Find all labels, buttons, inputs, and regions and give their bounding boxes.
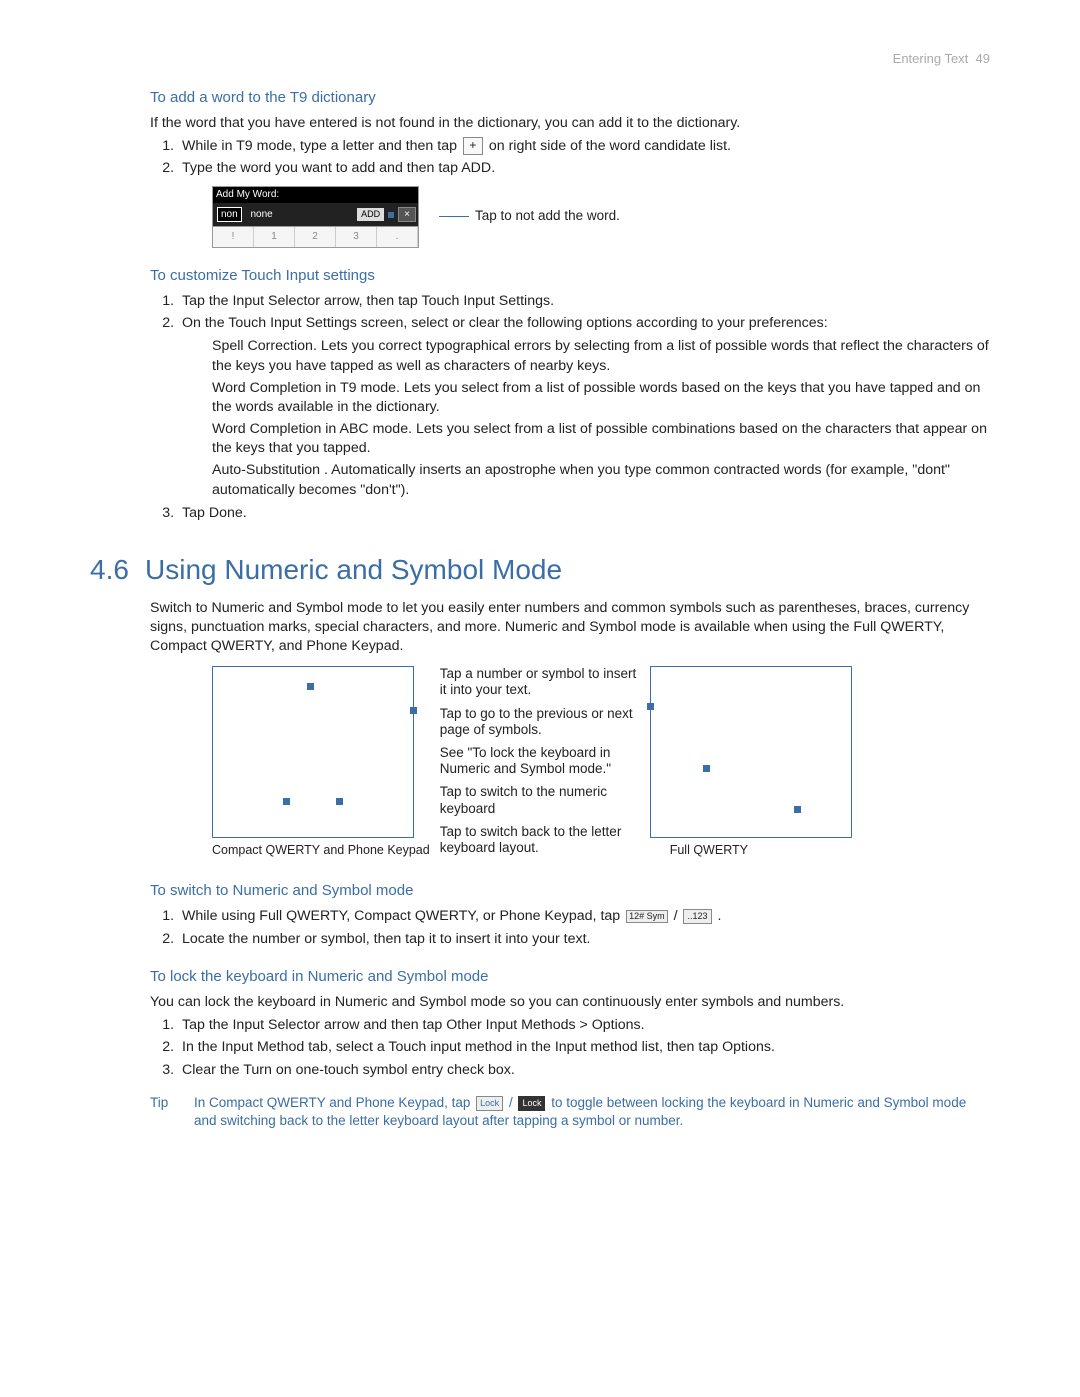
add-button: ADD <box>357 208 384 220</box>
box-label-left: Compact QWERTY and Phone Keypad <box>212 842 430 859</box>
figure-modes: Compact QWERTY and Phone Keypad Tap a nu… <box>212 666 990 863</box>
key: . <box>377 227 418 247</box>
full-qwerty-box <box>650 666 852 838</box>
key: ! <box>213 227 254 247</box>
marker <box>283 798 290 805</box>
heading-customize: To customize Touch Input settings <box>150 266 990 286</box>
steps-switch: While using Full QWERTY, Compact QWERTY,… <box>150 907 990 948</box>
marker <box>410 707 417 714</box>
heading-switch: To switch to Numeric and Symbol mode <box>150 881 990 901</box>
steps-add-word: While in T9 mode, type a letter and then… <box>150 137 990 178</box>
heading-lock: To lock the keyboard in Numeric and Symb… <box>150 967 990 987</box>
callout: Tap to switch to the numeric keyboard <box>440 784 640 816</box>
sym-key-icon: 12# Sym <box>626 910 668 923</box>
list-item: While in T9 mode, type a letter and then… <box>178 137 990 156</box>
option: Word Completion in ABC mode. Lets you se… <box>212 420 990 458</box>
candidate-row: non none ADD × <box>213 203 418 227</box>
list-item: Clear the Turn on one-touch symbol entry… <box>178 1061 990 1080</box>
list-item: While using Full QWERTY, Compact QWERTY,… <box>178 907 990 926</box>
lock-key-icon: Lock <box>476 1096 503 1111</box>
list-item: Tap the Input Selector arrow and then ta… <box>178 1016 990 1035</box>
option: Auto-Substitution . Automatically insert… <box>212 461 990 499</box>
close-icon: × <box>398 207 416 223</box>
steps-lock: Tap the Input Selector arrow and then ta… <box>150 1016 990 1080</box>
compact-qwerty-box <box>212 666 414 838</box>
marker <box>307 683 314 690</box>
tip: Tip In Compact QWERTY and Phone Keypad, … <box>150 1094 990 1130</box>
callout: Tap to go to the previous or next page o… <box>440 706 640 738</box>
right-panel: Full QWERTY <box>650 666 852 863</box>
marker <box>794 806 801 813</box>
key: 3 <box>336 227 377 247</box>
tip-body: In Compact QWERTY and Phone Keypad, tap … <box>194 1094 990 1130</box>
candidate-none: none <box>246 208 276 222</box>
screenshot-add-word: Add My Word: non none ADD × ! 1 2 3 . <box>212 186 419 248</box>
callout: Tap to not add the word. <box>439 207 620 226</box>
page-number: 49 <box>976 51 990 66</box>
box-label-right: Full QWERTY <box>670 842 852 859</box>
callout-column: Tap a number or symbol to insert it into… <box>440 666 640 863</box>
option: Spell Correction. Lets you correct typog… <box>212 337 990 375</box>
list-item: On the Touch Input Settings screen, sele… <box>178 314 990 333</box>
callout: See "To lock the keyboard in Numeric and… <box>440 745 640 777</box>
lock-key-dark-icon: Lock <box>518 1096 545 1111</box>
marker <box>703 765 710 772</box>
section-title: Using Numeric and Symbol Mode <box>145 554 562 585</box>
heading-add-word: To add a word to the T9 dictionary <box>150 88 990 108</box>
chapter-name: Entering Text <box>893 51 969 66</box>
list-item: In the Input Method tab, select a Touch … <box>178 1038 990 1057</box>
left-panel: Compact QWERTY and Phone Keypad <box>212 666 430 863</box>
callout: Tap to switch back to the letter keyboar… <box>440 824 640 856</box>
key-row: ! 1 2 3 . <box>213 226 418 247</box>
steps-customize: Tap the Input Selector arrow, then tap T… <box>150 292 990 333</box>
candidate-non: non <box>217 207 242 223</box>
marker <box>388 212 394 218</box>
key: 1 <box>254 227 295 247</box>
title-bar: Add My Word: <box>213 187 418 203</box>
figure-add-word: Add My Word: non none ADD × ! 1 2 3 . Ta… <box>212 186 990 248</box>
tip-label: Tip <box>150 1094 180 1130</box>
paragraph: If the word that you have entered is not… <box>150 114 990 133</box>
callout: Tap a number or symbol to insert it into… <box>440 666 640 698</box>
key: 2 <box>295 227 336 247</box>
leader-line <box>439 216 469 217</box>
marker <box>647 703 654 710</box>
paragraph: Switch to Numeric and Symbol mode to let… <box>150 599 990 657</box>
paragraph: You can lock the keyboard in Numeric and… <box>150 993 990 1012</box>
section-number: 4.6 <box>90 551 145 589</box>
option: Word Completion in T9 mode. Lets you sel… <box>212 379 990 417</box>
list-item: Tap the Input Selector arrow, then tap T… <box>178 292 990 311</box>
plus-icon: + <box>463 137 483 155</box>
list-item: Locate the number or symbol, then tap it… <box>178 930 990 949</box>
list-item: Type the word you want to add and then t… <box>178 159 990 178</box>
page-header: Entering Text 49 <box>90 50 990 68</box>
list-item: Tap Done. <box>178 504 990 523</box>
steps-customize-cont: Tap Done. <box>150 504 990 523</box>
num-key-icon: ..123 <box>683 909 711 924</box>
section-heading: 4.6Using Numeric and Symbol Mode <box>90 551 990 589</box>
marker <box>336 798 343 805</box>
